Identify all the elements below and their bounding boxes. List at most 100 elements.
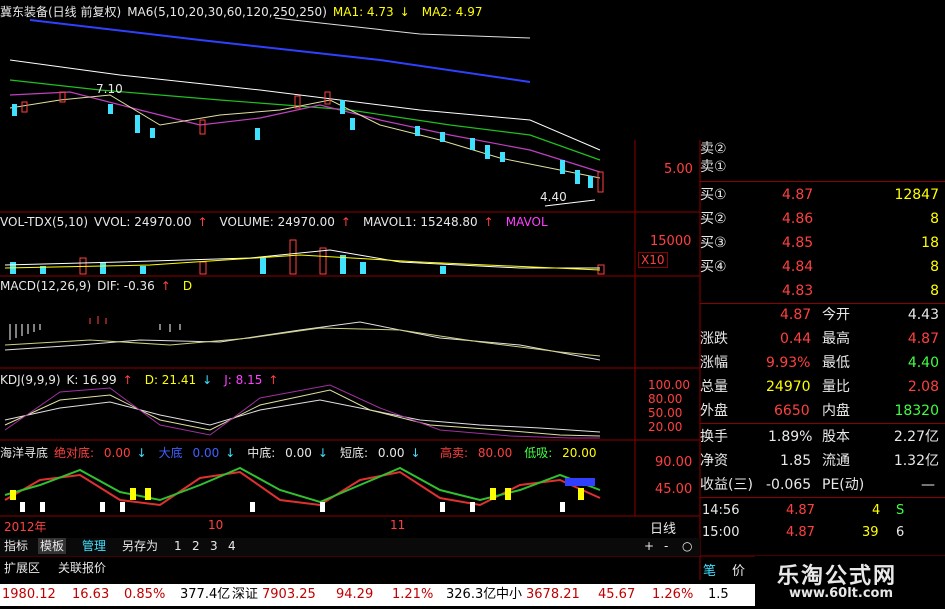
vvol-text: VVOL: 24970.00 <box>94 215 192 229</box>
hy-axis-45: 45.00 <box>655 482 693 497</box>
side-tab-jia[interactable]: 价 <box>732 560 745 579</box>
quote-v2-2: 4.40 <box>907 355 939 371</box>
hy-header: 海洋寻底 绝对底: 0.00 ↓ 大底 0.00 ↓ 中底: 0.00 ↓ 短底: 0.00 ↓ <box>0 445 433 461</box>
zx-pct: 1.26% <box>652 587 694 602</box>
juedi-arrow: ↓ <box>136 446 147 460</box>
buy-3-price: 4.85 <box>782 235 814 251</box>
buy-2-vol: 8 <box>930 211 939 227</box>
tick-vol: 39 <box>862 525 879 540</box>
volume: VOLUME: 24970.00 ↑ <box>220 215 357 229</box>
orderbook-divider <box>700 181 945 182</box>
quote-l2-6: 流通 <box>822 453 850 469</box>
stats-divider <box>700 423 945 424</box>
tab-lingcun[interactable]: 另存为 <box>120 538 160 554</box>
quote-v1-0: 4.87 <box>780 307 812 323</box>
kdj-k: K: 16.99 ↑ <box>67 373 139 387</box>
hy-juedi: 绝对底: 0.00 ↓ <box>54 446 153 460</box>
tick-row: 15:00 4.87 39 6 <box>700 521 945 545</box>
tab-2[interactable]: 2 <box>190 538 202 554</box>
mavol1-arrow: ↑ <box>483 215 494 229</box>
stock-title: 冀东装备(日线 前复权) <box>0 5 122 19</box>
tick-flag: 6 <box>896 525 905 540</box>
quote-l1-4: 外盘 <box>700 403 728 419</box>
vol-unit: X10 <box>638 252 668 268</box>
bottom-tabs: 扩展区 关联报价 <box>0 560 700 578</box>
quote-v1-1: 0.44 <box>780 331 812 347</box>
sh-amount: 377.4亿 <box>180 587 231 602</box>
vol-header: VOL-TDX(5,10) VVOL: 24970.00 ↑ VOLUME: 2497… <box>0 214 554 230</box>
quote-l2-2: 最低 <box>822 355 850 371</box>
quote-v1-7: -0.065 <box>766 477 812 493</box>
tab-moban[interactable]: 模板 <box>38 538 67 554</box>
chart-header: 冀东装备(日线 前复权) MA6(5,10,20,30,60,120,250,25… <box>0 4 489 20</box>
j-arrow: ↑ <box>268 373 279 387</box>
tick-vol: 4 <box>872 503 881 518</box>
date-year: 2012年 <box>4 520 47 534</box>
mavol: MAVOL <box>505 215 548 229</box>
high-label: 7.10 <box>96 82 123 96</box>
j-text: J: 8.15 <box>224 373 263 387</box>
d-arrow: ↓ <box>202 373 213 387</box>
quote-v2-6: 1.32亿 <box>893 453 939 469</box>
quote-v1-4: 6650 <box>774 403 810 419</box>
reset-button[interactable]: ○ <box>680 538 694 554</box>
dif-text: DIF: -0.36 <box>97 279 155 293</box>
tab-1[interactable]: 1 <box>172 538 184 554</box>
tab-zhibiao[interactable]: 指标 <box>2 538 30 554</box>
zoom-in-button[interactable]: + <box>642 538 656 554</box>
buy-4-label: 买④ <box>700 259 727 275</box>
quote-l1-6: 净资 <box>700 453 728 469</box>
tab-kuozhan[interactable]: 扩展区 <box>2 560 42 576</box>
quote-l2-4: 内盘 <box>822 403 850 419</box>
status-tail: 1.5 <box>708 587 729 602</box>
ma1-value: MA1: 4.73 ↓ <box>333 5 416 19</box>
quote-l1-5: 换手 <box>700 429 728 445</box>
quote-row-outer: 外盘 6650 内盘 18320 <box>700 399 945 423</box>
vol-axis: 15000 <box>650 234 692 249</box>
d-text: D: 21.41 <box>144 373 197 387</box>
indicator-tabs: 指标 模板 管理 另存为 1 2 3 4 + - ○ <box>0 538 700 556</box>
duandi-arrow: ↓ <box>410 446 421 460</box>
macd-dif: DIF: -0.36 ↑ <box>97 279 177 293</box>
tick-price: 4.87 <box>786 525 815 540</box>
sell-level-2: 卖② <box>700 141 727 157</box>
tab-3[interactable]: 3 <box>208 538 220 554</box>
price-axis-5: 5.00 <box>664 162 693 177</box>
kdj-axis-100: 100.00 <box>648 378 690 392</box>
zx-change: 45.67 <box>598 587 636 602</box>
sz-change: 94.29 <box>336 587 374 602</box>
quote-row-volume: 总量 24970 量比 2.08 <box>700 375 945 399</box>
hy-gaomai: 高卖: 80.00 <box>440 446 518 460</box>
side-tab-bi[interactable]: 笔 <box>703 560 716 579</box>
kdj-title: KDJ(9,9,9) <box>0 373 61 387</box>
buy-1-label: 买① <box>700 187 727 203</box>
hy-duandi: 短底: 0.00 ↓ <box>340 446 427 460</box>
volume-text: VOLUME: 24970.00 <box>219 215 335 229</box>
buy-level-5: 4.83 8 <box>700 279 945 303</box>
tab-4[interactable]: 4 <box>226 538 238 554</box>
kdj-axis-80: 80.00 <box>648 392 683 406</box>
watermark: 乐淘公式网 www.60lt.com <box>755 556 945 606</box>
dif-arrow: ↑ <box>160 279 171 293</box>
sell-levels: 卖② 卖① <box>700 140 755 180</box>
tab-guanli[interactable]: 管理 <box>80 538 108 554</box>
quote-v2-0: 4.43 <box>907 307 939 323</box>
quote-v1-5: 1.89% <box>768 429 813 445</box>
macd-title: MACD(12,26,9) <box>0 279 92 293</box>
quote-row-eps: 收益(三) -0.065 PE(动) — <box>700 473 945 497</box>
sh-pct: 0.85% <box>124 587 166 602</box>
quote-v2-7: — <box>921 477 935 493</box>
buy-2-label: 买② <box>700 211 727 227</box>
buy-2-price: 4.86 <box>782 211 814 227</box>
quote-v2-5: 2.27亿 <box>893 429 939 445</box>
quote-v1-3: 24970 <box>766 379 811 395</box>
gaomai-val: 80.00 <box>477 446 513 460</box>
sh-index: 1980.12 <box>2 587 56 602</box>
tick-price: 4.87 <box>786 503 815 518</box>
k-arrow: ↑ <box>122 373 133 387</box>
ma1-text: MA1: 4.73 <box>332 5 394 19</box>
tab-guanlian[interactable]: 关联报价 <box>56 560 108 576</box>
sh-change: 16.63 <box>72 587 110 602</box>
zoom-out-button[interactable]: - <box>662 538 670 554</box>
zhongdi-arrow: ↓ <box>317 446 328 460</box>
